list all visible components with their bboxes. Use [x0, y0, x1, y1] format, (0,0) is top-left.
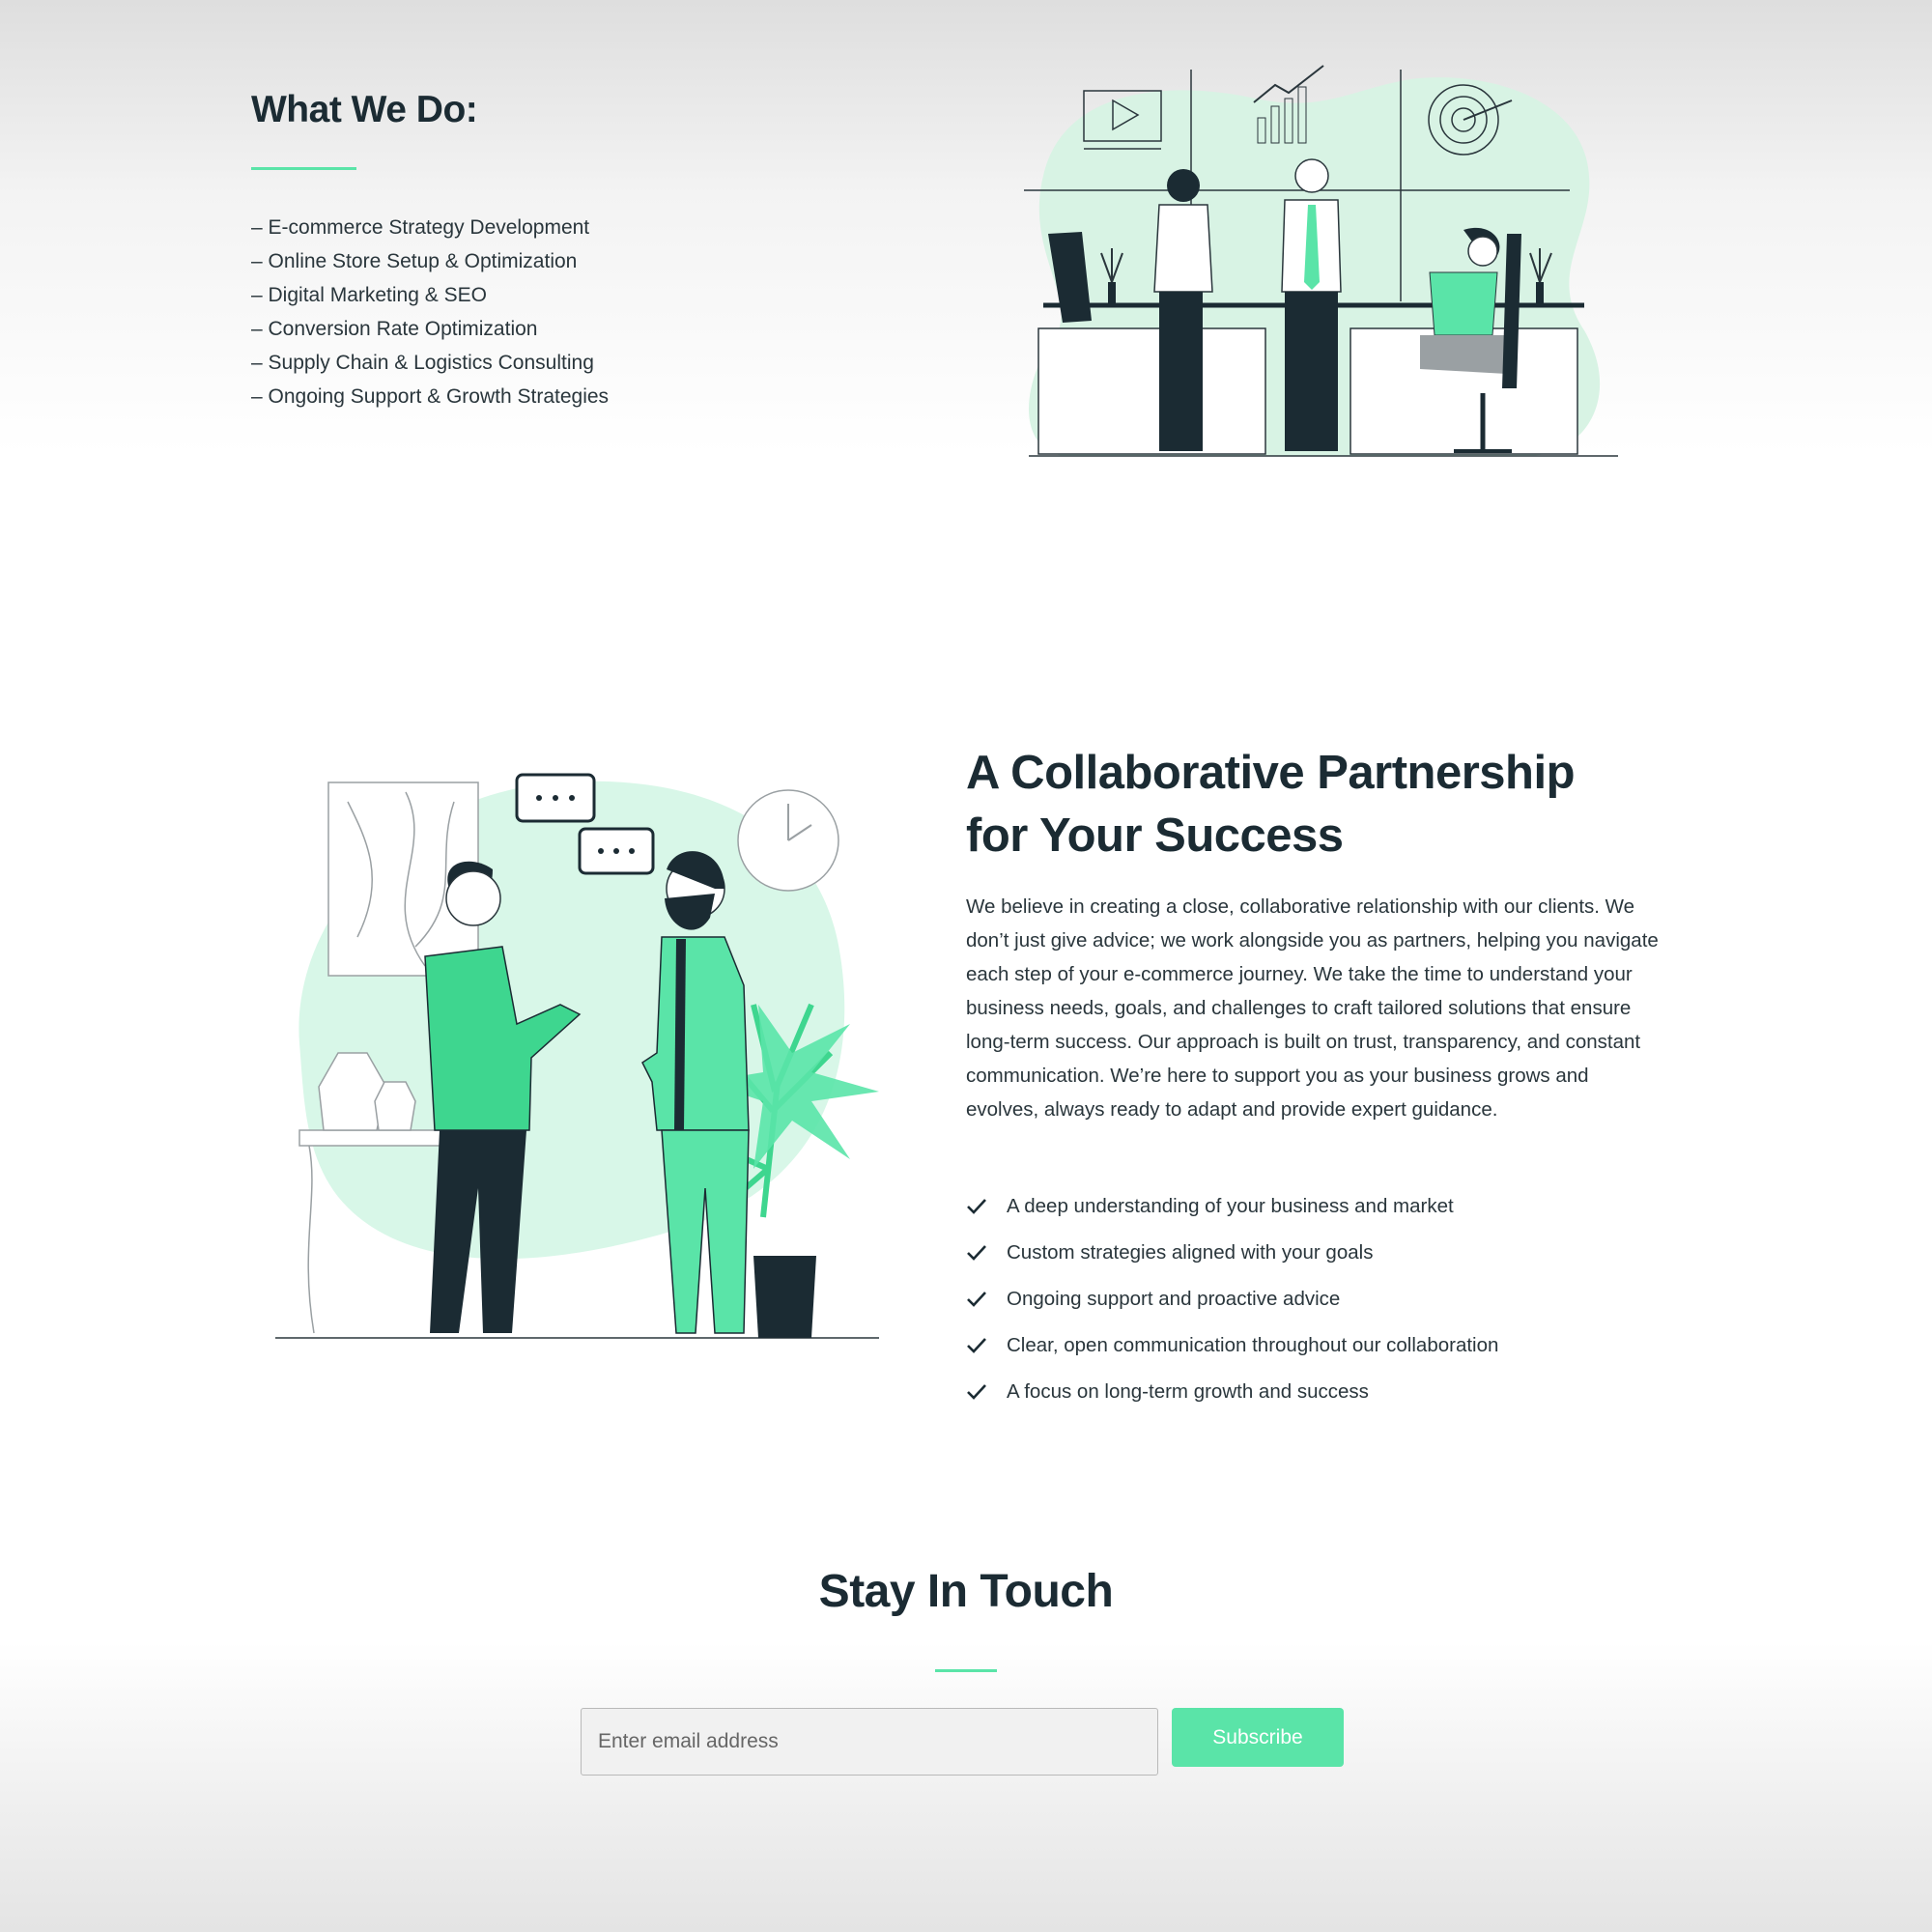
benefit-label: A deep understanding of your business an… [1007, 1195, 1454, 1217]
check-icon [966, 1289, 987, 1310]
service-item: – Supply Chain & Logistics Consulting [251, 352, 594, 374]
collaboration-description: We believe in creating a close, collabor… [966, 895, 1659, 1121]
subscribe-button[interactable]: Subscribe [1172, 1708, 1344, 1767]
benefit-label: Custom strategies aligned with your goal… [1007, 1241, 1374, 1264]
consultation-illustration [275, 773, 879, 1339]
benefit-label: A focus on long-term growth and success [1007, 1380, 1369, 1403]
service-item: – Conversion Rate Optimization [251, 318, 538, 340]
benefit-item: Clear, open communication throughout our… [966, 1322, 1498, 1369]
benefit-item: A focus on long-term growth and success [966, 1369, 1498, 1415]
email-input[interactable] [581, 1708, 1158, 1776]
benefit-item: A deep understanding of your business an… [966, 1183, 1498, 1230]
check-icon [966, 1381, 987, 1403]
benefit-label: Clear, open communication throughout our… [1007, 1334, 1499, 1356]
newsletter-title: Stay In Touch [818, 1566, 1114, 1617]
title-divider [935, 1669, 997, 1672]
office-team-illustration [1024, 65, 1618, 457]
benefits-list: A deep understanding of your business an… [966, 1183, 1498, 1415]
collaboration-title: A Collaborative Partnership for Your Suc… [966, 742, 1700, 867]
title-divider [251, 167, 356, 170]
check-icon [966, 1242, 987, 1264]
check-icon [966, 1196, 987, 1217]
benefit-item: Ongoing support and proactive advice [966, 1276, 1498, 1322]
what-we-do-title: What We Do: [251, 89, 478, 130]
collaboration-title-line2: for Your Success [966, 810, 1344, 862]
service-item: – Ongoing Support & Growth Strategies [251, 385, 610, 408]
benefit-label: Ongoing support and proactive advice [1007, 1288, 1341, 1310]
benefit-item: Custom strategies aligned with your goal… [966, 1230, 1498, 1276]
check-icon [966, 1335, 987, 1356]
service-item: – Digital Marketing & SEO [251, 284, 487, 306]
services-list: – E-commerce Strategy Development – Onli… [251, 211, 609, 413]
service-item: – Online Store Setup & Optimization [251, 250, 578, 272]
collaboration-title-line1: A Collaborative Partnership [966, 747, 1576, 799]
service-item: – E-commerce Strategy Development [251, 216, 590, 239]
